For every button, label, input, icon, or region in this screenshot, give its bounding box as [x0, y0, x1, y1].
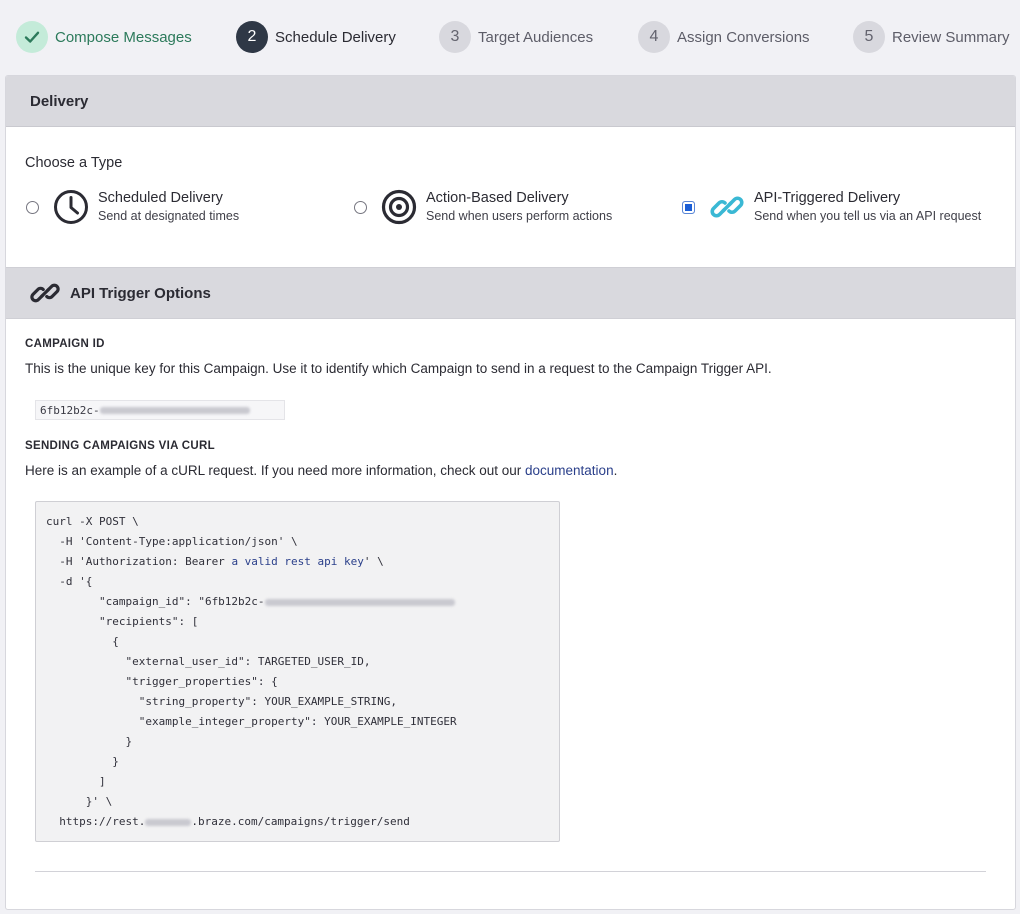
code-line: curl -X POST \ — [46, 515, 139, 528]
step-compose-messages[interactable]: Compose Messages — [16, 21, 192, 53]
api-key-placeholder: a valid rest api key — [231, 555, 364, 568]
step-number: 5 — [853, 21, 885, 53]
scheduled-delivery-radio[interactable] — [26, 200, 39, 214]
scheduled-delivery-option[interactable]: Scheduled Delivery Send at designated ti… — [26, 189, 239, 225]
code-line: } — [46, 735, 133, 748]
curl-code-block[interactable]: curl -X POST \ -H 'Content-Type:applicat… — [35, 501, 560, 842]
wizard-stepper: Compose Messages 2 Schedule Delivery 3 T… — [0, 0, 1020, 74]
section-divider — [35, 871, 986, 872]
code-line: -d '{ — [46, 575, 93, 588]
link-icon — [29, 277, 61, 309]
code-line: } — [46, 755, 119, 768]
curl-section-title: SENDING CAMPAIGNS VIA CURL — [25, 440, 215, 452]
code-line: "recipients": [ — [46, 615, 199, 628]
option-title: API-Triggered Delivery — [754, 190, 901, 206]
code-line: "trigger_properties": { — [46, 675, 278, 688]
choose-type-label: Choose a Type — [25, 155, 123, 171]
campaign-id-description: This is the unique key for this Campaign… — [25, 361, 772, 376]
delivery-type-section: Choose a Type Scheduled Delivery Send at… — [6, 127, 1015, 267]
code-line: "string_property": YOUR_EXAMPLE_STRING, — [46, 695, 397, 708]
api-trigger-options-title: API Trigger Options — [70, 284, 211, 302]
link-icon — [709, 189, 745, 225]
redacted-cluster — [145, 818, 192, 826]
campaign-id-field[interactable]: 6fb12b2c- — [35, 400, 285, 420]
step-number: 4 — [638, 21, 670, 53]
step-label: Schedule Delivery — [275, 28, 396, 46]
step-number: 3 — [439, 21, 471, 53]
action-based-delivery-option[interactable]: Action-Based Delivery Send when users pe… — [354, 189, 612, 225]
code-line: { — [46, 635, 119, 648]
delivery-card: Delivery Choose a Type Scheduled Deliver… — [5, 75, 1016, 910]
option-desc: Send when you tell us via an API request — [754, 209, 982, 223]
code-line: "example_integer_property": YOUR_EXAMPLE… — [46, 715, 457, 728]
campaign-id-value: 6fb12b2c- — [40, 403, 100, 417]
delivery-header: Delivery — [6, 76, 1015, 127]
step-label: Target Audiences — [478, 28, 594, 46]
code-line: -H 'Authorization: Bearer a valid rest a… — [46, 555, 384, 568]
step-label: Compose Messages — [55, 28, 192, 46]
code-line: https://rest. .braze.com/campaigns/trigge… — [46, 815, 410, 828]
target-icon — [381, 189, 417, 225]
code-line: "campaign_id": "6fb12b2c- — [46, 592, 559, 612]
campaign-id-title: CAMPAIGN ID — [25, 338, 105, 350]
step-number: 2 — [236, 21, 268, 53]
redacted-campaign-id — [99, 406, 250, 414]
documentation-link[interactable]: documentation — [525, 463, 614, 478]
redacted-campaign-id — [264, 598, 455, 606]
code-line: }' \ — [46, 795, 113, 808]
curl-description: Here is an example of a cURL request. If… — [25, 463, 617, 478]
action-based-delivery-radio[interactable] — [354, 200, 367, 214]
code-line: -H 'Content-Type:application/json' \ — [46, 535, 298, 548]
step-label: Review Summary — [892, 28, 1010, 46]
checkmark-icon — [16, 21, 48, 53]
curl-description-suffix: . — [613, 463, 618, 478]
option-desc: Send when users perform actions — [426, 209, 613, 223]
code-line: ] — [46, 775, 106, 788]
step-schedule-delivery[interactable]: 2 Schedule Delivery — [236, 21, 396, 53]
option-desc: Send at designated times — [98, 209, 240, 223]
code-line: "external_user_id": TARGETED_USER_ID, — [46, 655, 371, 668]
api-triggered-delivery-option[interactable]: API-Triggered Delivery Send when you tel… — [682, 189, 981, 225]
option-title: Scheduled Delivery — [98, 190, 223, 206]
step-label: Assign Conversions — [677, 28, 810, 46]
option-title: Action-Based Delivery — [426, 190, 569, 206]
step-assign-conversions[interactable]: 4 Assign Conversions — [638, 21, 810, 53]
clock-icon — [53, 189, 89, 225]
step-review-summary[interactable]: 5 Review Summary — [853, 21, 1010, 53]
curl-description-text: Here is an example of a cURL request. If… — [25, 463, 526, 478]
step-target-audiences[interactable]: 3 Target Audiences — [439, 21, 593, 53]
api-triggered-delivery-radio[interactable] — [682, 200, 695, 214]
api-trigger-options-header: API Trigger Options — [6, 267, 1015, 319]
